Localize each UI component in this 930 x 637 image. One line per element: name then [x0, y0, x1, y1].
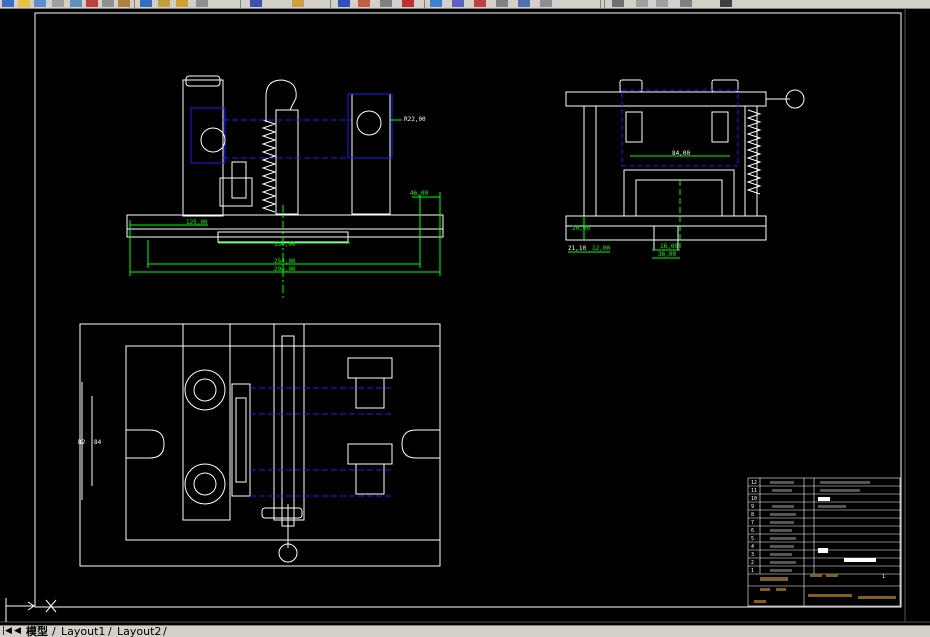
svg-text:7: 7 [751, 520, 754, 526]
zoom-icon[interactable] [250, 0, 262, 7]
dim-side-16: 16,00 [660, 243, 678, 250]
svg-text:10: 10 [751, 496, 757, 502]
tab-model[interactable]: 模型 [26, 626, 48, 637]
tab-layout1[interactable]: Layout1 [61, 626, 105, 637]
tab-separator-2: / [108, 625, 112, 637]
design-center-icon[interactable] [338, 0, 350, 7]
tab-scroll-prev-icon[interactable]: ◀ [14, 626, 24, 637]
layer-list-icon[interactable] [680, 0, 692, 7]
svg-text:4: 4 [751, 544, 754, 550]
layer-icon[interactable] [474, 0, 486, 7]
svg-text:3: 3 [751, 552, 754, 558]
pan-icon[interactable] [196, 0, 208, 7]
save-icon[interactable] [34, 0, 46, 7]
undo-icon[interactable] [158, 0, 170, 7]
match-properties-icon[interactable] [140, 0, 152, 7]
dim-front-46: 46,00 [410, 190, 428, 197]
svg-text:11: 11 [751, 488, 757, 494]
layer-prev-icon[interactable] [656, 0, 668, 7]
svg-text:8: 8 [751, 512, 754, 518]
layer-state-icon[interactable] [636, 0, 648, 7]
tab-layout2[interactable]: Layout2 [117, 626, 161, 637]
dim-front-254: 254,00 [274, 258, 296, 265]
title-block-right-num: 1 [882, 574, 885, 580]
dim-style-icon[interactable] [496, 0, 508, 7]
markup-icon[interactable] [402, 0, 414, 7]
svg-text:12: 12 [751, 480, 757, 486]
properties-icon[interactable] [292, 0, 304, 7]
new-icon[interactable] [2, 0, 14, 7]
layer-name-icon[interactable] [720, 0, 732, 7]
dim-side-84: 84,00 [672, 150, 690, 157]
drawing-canvas[interactable]: 125,00 130,00 254,00 290,00 46,00 R22,00… [0, 9, 930, 625]
dim-front-130: 130,00 [274, 241, 296, 248]
svg-text:6: 6 [751, 528, 754, 534]
print-icon[interactable] [52, 0, 64, 7]
dim-side-36: 36,00 [658, 251, 676, 258]
style-icon[interactable] [540, 0, 552, 7]
dim-front-290: 290,00 [274, 266, 296, 273]
standard-toolbar [0, 0, 930, 9]
dim-front-125: 125,00 [186, 219, 208, 226]
svg-text:9: 9 [751, 504, 754, 510]
dim-side-21: 21,10 [568, 245, 586, 252]
workspace-icon[interactable] [612, 0, 624, 7]
tab-separator-3: / [163, 625, 167, 637]
cut-icon[interactable] [86, 0, 98, 7]
tab-scroll-first-icon[interactable]: |◀ [2, 626, 12, 637]
tab-separator-1: / [52, 625, 56, 637]
open-icon[interactable] [18, 0, 30, 7]
preview-icon[interactable] [70, 0, 82, 7]
dim-top-84: 84 [94, 439, 102, 446]
svg-text:5: 5 [751, 536, 754, 542]
paste-icon[interactable] [118, 0, 130, 7]
dim-side-12: 12,00 [592, 245, 610, 252]
sheet-set-icon[interactable] [380, 0, 392, 7]
copy-icon[interactable] [102, 0, 114, 7]
table-style-icon[interactable] [518, 0, 530, 7]
redo-icon[interactable] [176, 0, 188, 7]
layout-tab-bar: |◀ ◀ 模型 / Layout1 / Layout2 / [0, 625, 930, 637]
svg-text:2: 2 [751, 560, 754, 566]
dim-side-20: 20,00 [572, 225, 590, 232]
quickcalc-icon[interactable] [430, 0, 442, 7]
tool-palettes-icon[interactable] [358, 0, 370, 7]
svg-text:1: 1 [751, 568, 754, 574]
dim-top-b2: B2 [78, 439, 86, 446]
dim-front-r22: R22,00 [404, 116, 426, 123]
help-icon[interactable] [452, 0, 464, 7]
